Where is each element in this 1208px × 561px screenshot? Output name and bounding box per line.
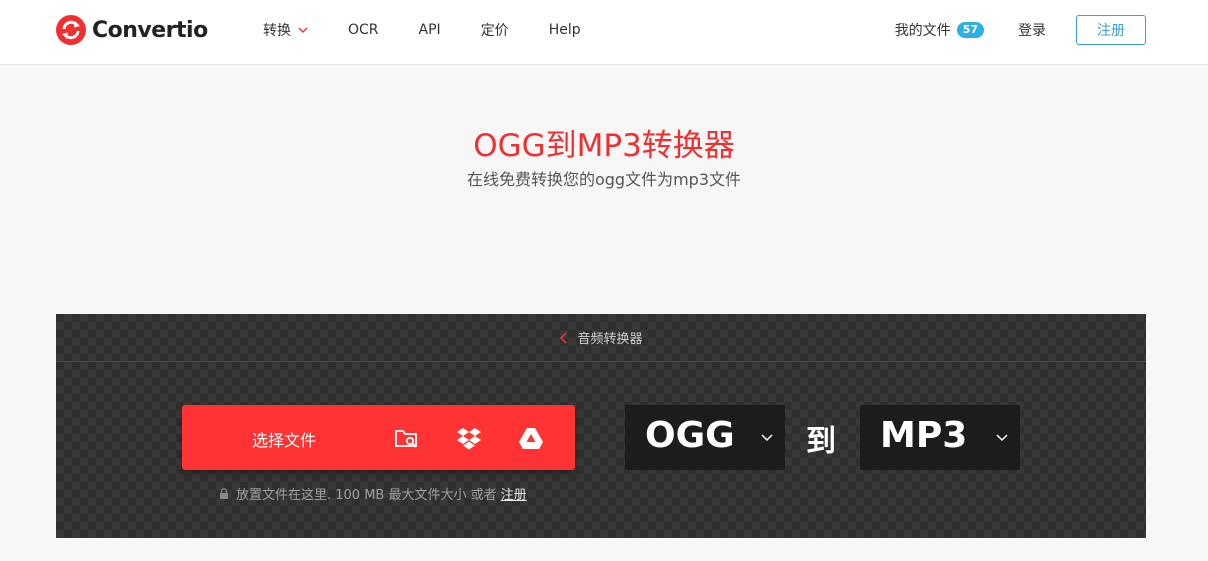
chevron-down-icon bbox=[996, 434, 1008, 442]
nav-help-label: Help bbox=[548, 22, 581, 38]
nav-pricing-label: 定价 bbox=[480, 23, 509, 39]
dropbox-icon[interactable] bbox=[456, 425, 482, 451]
source-format-select[interactable]: OGG bbox=[625, 405, 785, 470]
account-nav: 我的文件 57 登录 注册 bbox=[895, 15, 1146, 45]
back-link-label: 音频转换器 bbox=[577, 332, 643, 347]
login-link[interactable]: 登录 bbox=[1018, 20, 1046, 40]
choose-files-button[interactable]: 选择文件 bbox=[182, 405, 575, 470]
google-drive-icon[interactable] bbox=[518, 425, 544, 451]
nav-ocr[interactable]: OCR bbox=[348, 22, 379, 38]
target-format-select[interactable]: MP3 bbox=[860, 405, 1020, 470]
audio-converter-back-link[interactable]: 音频转换器 bbox=[559, 328, 643, 347]
lock-icon bbox=[220, 488, 228, 499]
nav-api-label: API bbox=[418, 22, 441, 38]
nav-ocr-label: OCR bbox=[348, 22, 379, 38]
nav-convert[interactable]: 转换 bbox=[263, 20, 308, 40]
drop-hint: 放置文件在这里. 100 MB 最大文件大小 或者 注册 bbox=[219, 484, 527, 503]
target-format-value: MP3 bbox=[880, 415, 968, 456]
chevron-down-icon bbox=[761, 434, 773, 442]
logo-icon bbox=[56, 15, 86, 45]
nav-convert-label: 转换 bbox=[263, 23, 291, 39]
nav-pricing[interactable]: 定价 bbox=[481, 20, 509, 40]
logo[interactable]: Convertio bbox=[56, 15, 208, 45]
drop-hint-text: 放置文件在这里. 100 MB 最大文件大小 或者 bbox=[236, 488, 497, 503]
main-nav: 转换 OCR API 定价 Help bbox=[263, 20, 581, 40]
to-label: 到 bbox=[806, 424, 836, 459]
files-count-badge: 57 bbox=[956, 22, 984, 38]
chevron-down-icon bbox=[298, 27, 308, 33]
source-format-value: OGG bbox=[645, 415, 735, 456]
my-files-link[interactable]: 我的文件 57 bbox=[895, 20, 984, 40]
page-subtitle: 在线免费转换您的ogg文件为mp3文件 bbox=[466, 170, 742, 189]
top-header: Convertio 转换 OCR API 定价 Help 我的文件 57 登录 … bbox=[0, 0, 1208, 65]
chevron-left-icon bbox=[560, 331, 568, 344]
hint-signup-link[interactable]: 注册 bbox=[501, 484, 527, 503]
nav-help[interactable]: Help bbox=[549, 22, 581, 38]
choose-files-label[interactable]: 选择文件 bbox=[252, 427, 316, 451]
page-title: OGG到MP3转换器 bbox=[473, 128, 735, 164]
nav-api[interactable]: API bbox=[419, 22, 441, 38]
brand-name: Convertio bbox=[92, 17, 208, 43]
converter-panel: 音频转换器 选择文件 放置文件在这里. 100 MB 最大文件大小 或者 注册 … bbox=[56, 314, 1146, 538]
my-files-label: 我的文件 bbox=[894, 23, 951, 39]
panel-breadcrumb: 音频转换器 bbox=[56, 314, 1146, 362]
folder-search-icon[interactable] bbox=[394, 425, 420, 451]
signup-button[interactable]: 注册 bbox=[1076, 15, 1146, 45]
